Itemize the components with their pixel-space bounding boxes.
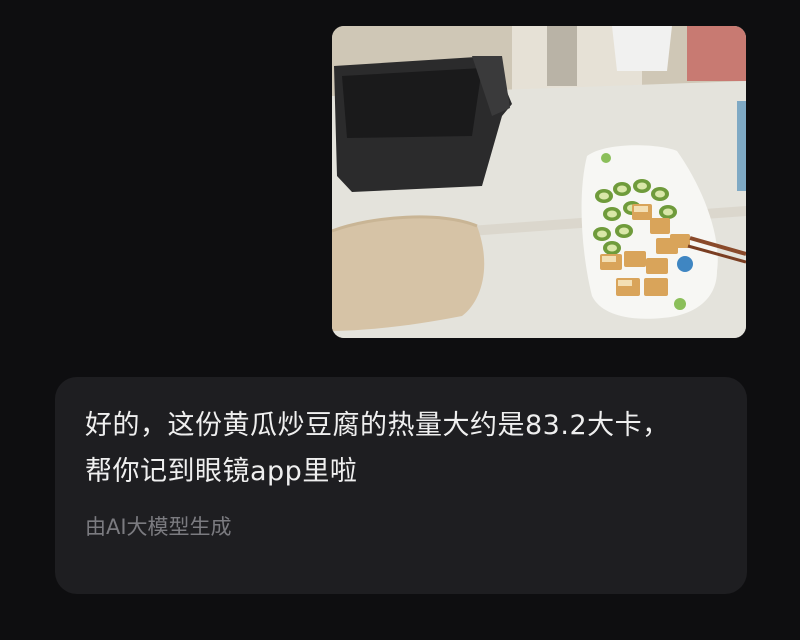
chat-screen: 好的，这份黄瓜炒豆腐的热量大约是83.2大卡， 帮你记到眼镜app里啦 由AI大… <box>0 0 800 640</box>
ai-generated-label: 由AI大模型生成 <box>85 515 232 539</box>
food-photo-message[interactable] <box>332 26 746 338</box>
reply-line-1: 好的，这份黄瓜炒豆腐的热量大约是83.2大卡， <box>85 410 670 441</box>
assistant-reply-bubble: 好的，这份黄瓜炒豆腐的热量大约是83.2大卡， 帮你记到眼镜app里啦 由AI大… <box>55 377 747 594</box>
assistant-reply-text: 好的，这份黄瓜炒豆腐的热量大约是83.2大卡， 帮你记到眼镜app里啦 <box>85 403 717 495</box>
food-photo-image <box>332 26 746 338</box>
reply-line-2: 帮你记到眼镜app里啦 <box>85 456 358 487</box>
